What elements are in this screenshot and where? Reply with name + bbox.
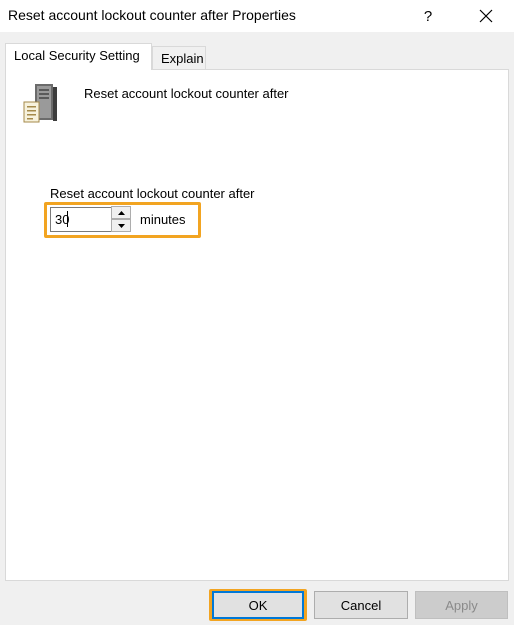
policy-name: Reset account lockout counter after (84, 86, 289, 101)
chevron-down-icon (117, 223, 125, 228)
spin-up-button[interactable] (111, 206, 131, 219)
ok-button[interactable]: OK (212, 591, 304, 619)
apply-button[interactable]: Apply (415, 591, 508, 619)
title-bar: Reset account lockout counter after Prop… (0, 0, 514, 32)
cancel-button[interactable]: Cancel (314, 591, 408, 619)
setting-label: Reset account lockout counter after (50, 186, 255, 201)
window-title: Reset account lockout counter after Prop… (8, 7, 296, 23)
close-icon (479, 9, 493, 23)
tab-local-security-setting[interactable]: Local Security Setting (5, 43, 152, 70)
chevron-up-icon (117, 210, 125, 215)
tab-explain[interactable]: Explain (152, 46, 206, 69)
server-document-icon (23, 84, 57, 123)
close-button[interactable] (472, 3, 500, 29)
unit-label: minutes (140, 212, 186, 227)
spin-down-button[interactable] (111, 219, 131, 232)
help-button[interactable]: ? (414, 3, 442, 29)
tab-panel: Reset account lockout counter after Rese… (5, 69, 509, 581)
text-caret (67, 211, 68, 227)
lockout-counter-input[interactable] (50, 207, 112, 232)
